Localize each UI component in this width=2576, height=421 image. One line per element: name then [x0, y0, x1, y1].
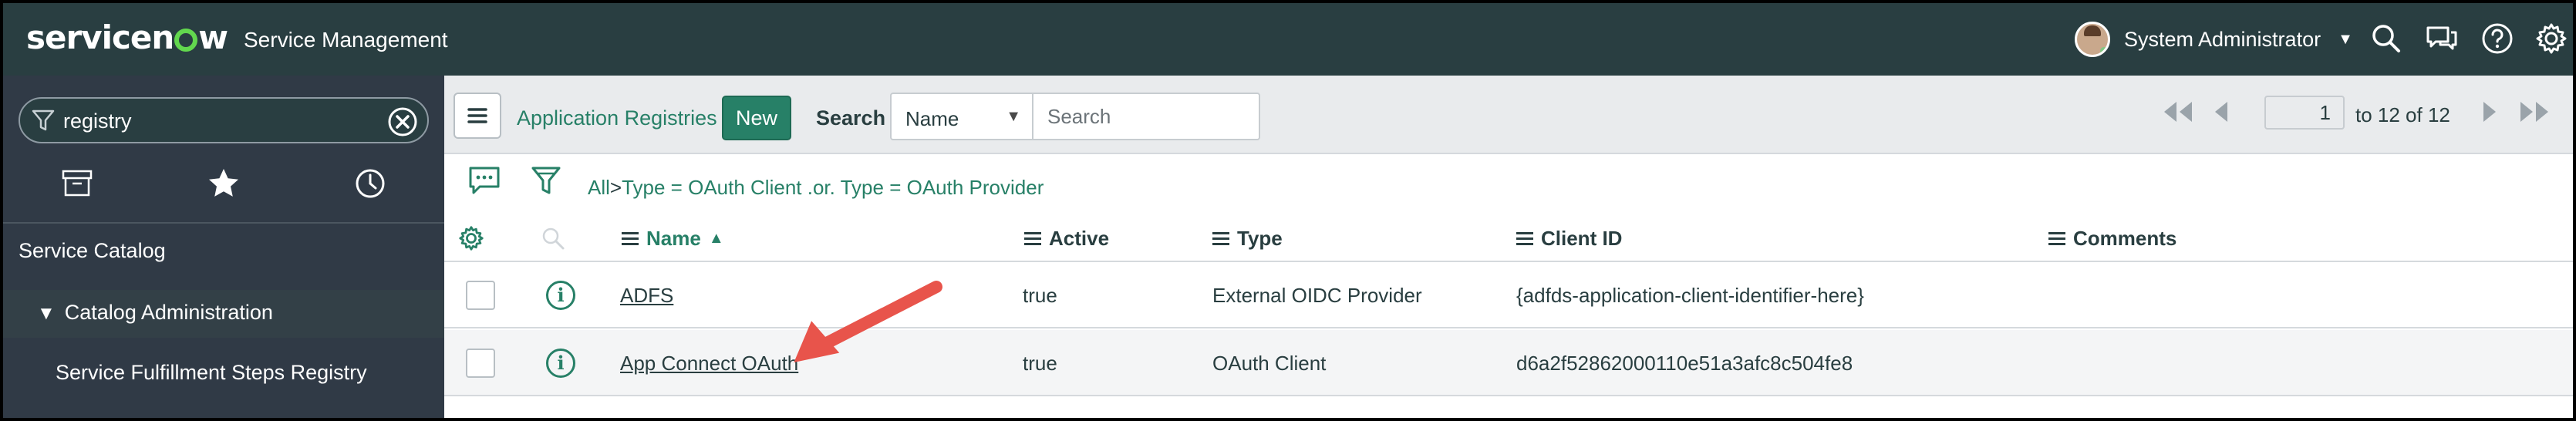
column-label: Active: [1049, 227, 1110, 250]
nav-item-service-fulfillment-steps-registry[interactable]: Service Fulfillment Steps Registry: [56, 361, 497, 385]
breadcrumb-separator: >: [609, 176, 622, 199]
sort-ascending-icon: ▲: [708, 230, 724, 247]
logo-o-mark: [174, 28, 198, 52]
column-header-comments[interactable]: Comments: [2048, 227, 2176, 251]
table-row: i ADFS true External OIDC Provider {adfd…: [444, 262, 2573, 328]
servicenow-logo[interactable]: servicen w: [26, 19, 228, 56]
application-navigator: Service Catalog ▼Catalog Administration …: [3, 76, 444, 418]
column-menu-icon[interactable]: [1024, 231, 1041, 246]
product-name: Service Management: [244, 28, 448, 52]
page-range: to 12 of 12: [2355, 103, 2450, 126]
chevron-down-icon: ▼: [2338, 30, 2353, 48]
column-menu-icon[interactable]: [622, 231, 639, 246]
star-icon[interactable]: [207, 167, 241, 200]
top-navigation-bar: servicen w Service Management System Admi…: [3, 3, 2573, 76]
next-page-icon[interactable]: [2479, 99, 2502, 125]
filter-icon: [32, 109, 55, 131]
clear-filter-icon[interactable]: [386, 105, 420, 139]
cell-type: OAuth Client: [1212, 352, 1327, 375]
nav-module-service-catalog[interactable]: Service Catalog: [19, 239, 460, 263]
table-row: i App Connect OAuth true OAuth Client d6…: [444, 330, 2573, 396]
history-icon[interactable]: [353, 167, 387, 200]
cell-client-id: {adfds-application-client-identifier-her…: [1516, 284, 1864, 307]
column-label: Type: [1237, 227, 1283, 250]
column-menu-icon[interactable]: [2048, 231, 2065, 246]
cell-active: true: [1023, 284, 1057, 307]
nav-section-catalog-administration[interactable]: ▼ Catalog Administration: [3, 290, 444, 338]
personalize-list-gear-icon[interactable]: [457, 224, 486, 253]
search-input[interactable]: [1032, 93, 1260, 140]
search-column-icon[interactable]: [540, 225, 566, 251]
list-title: Application Registries: [517, 106, 717, 130]
last-page-icon[interactable]: [2514, 99, 2554, 125]
logo-text: servicen: [26, 19, 174, 56]
column-menu-icon[interactable]: [1212, 231, 1229, 246]
page-number-input[interactable]: [2264, 96, 2345, 130]
nav-section-label: Catalog Administration: [64, 301, 273, 324]
row-checkbox[interactable]: [466, 349, 495, 378]
logo-text-end: w: [198, 19, 228, 56]
breadcrumb-filter-condition[interactable]: Type = OAuth Client .or. Type = OAuth Pr…: [622, 176, 1044, 199]
column-label: Client ID: [1541, 227, 1623, 250]
divider: [3, 222, 444, 224]
avatar: [2075, 22, 2110, 57]
gear-icon[interactable]: [2533, 20, 2570, 57]
cell-active: true: [1023, 352, 1057, 375]
screenshot-frame: servicen w Service Management System Admi…: [0, 0, 2576, 421]
record-name-link[interactable]: App Connect OAuth: [620, 352, 798, 376]
filter-icon[interactable]: [531, 165, 561, 199]
breadcrumb: All>Type = OAuth Client .or. Type = OAut…: [588, 176, 1044, 200]
search-icon[interactable]: [2368, 20, 2405, 57]
first-page-icon[interactable]: [2158, 99, 2198, 125]
search-field-value: Name: [905, 107, 959, 130]
column-label: Comments: [2073, 227, 2177, 250]
row-checkbox[interactable]: [466, 281, 495, 310]
breadcrumb-all[interactable]: All: [588, 176, 610, 199]
column-header-type[interactable]: Type: [1212, 227, 1283, 251]
search-label: Search: [816, 106, 886, 130]
table-row-partial: [444, 398, 2573, 418]
info-icon[interactable]: i: [546, 349, 575, 378]
column-header-active[interactable]: Active: [1024, 227, 1109, 251]
list-header: Application Registries New Search Name ▼ …: [444, 76, 2573, 154]
expand-triangle-icon: ▼: [37, 303, 56, 324]
column-label: Name: [646, 227, 701, 250]
user-menu[interactable]: System Administrator ▼: [2075, 22, 2353, 57]
info-icon[interactable]: i: [546, 281, 575, 310]
dropdown-arrow-icon: ▼: [1006, 108, 1021, 125]
column-header-client-id[interactable]: Client ID: [1516, 227, 1622, 251]
annotation-arrow: [794, 281, 942, 362]
column-header-name[interactable]: Name ▲: [622, 227, 724, 251]
record-name-link[interactable]: ADFS: [620, 284, 673, 308]
new-button[interactable]: New: [722, 96, 791, 140]
chat-icon[interactable]: [2423, 20, 2460, 57]
cell-client-id: d6a2f52862000110e51a3afc8c504fe8: [1516, 352, 1853, 375]
cell-type: External OIDC Provider: [1212, 284, 1422, 307]
column-menu-icon[interactable]: [1516, 231, 1533, 246]
help-icon[interactable]: [2479, 20, 2516, 57]
list-view: Application Registries New Search Name ▼ …: [444, 76, 2573, 418]
list-context-menu-button[interactable]: [453, 93, 501, 139]
user-name: System Administrator: [2124, 27, 2321, 51]
navigator-filter-input[interactable]: [63, 106, 372, 136]
activity-stream-icon[interactable]: [467, 165, 501, 196]
archive-icon[interactable]: [60, 167, 94, 200]
search-field-select[interactable]: Name ▼: [890, 93, 1033, 140]
hamburger-icon: [467, 108, 487, 123]
previous-page-icon[interactable]: [2209, 99, 2232, 125]
navigator-filter[interactable]: [19, 97, 429, 143]
